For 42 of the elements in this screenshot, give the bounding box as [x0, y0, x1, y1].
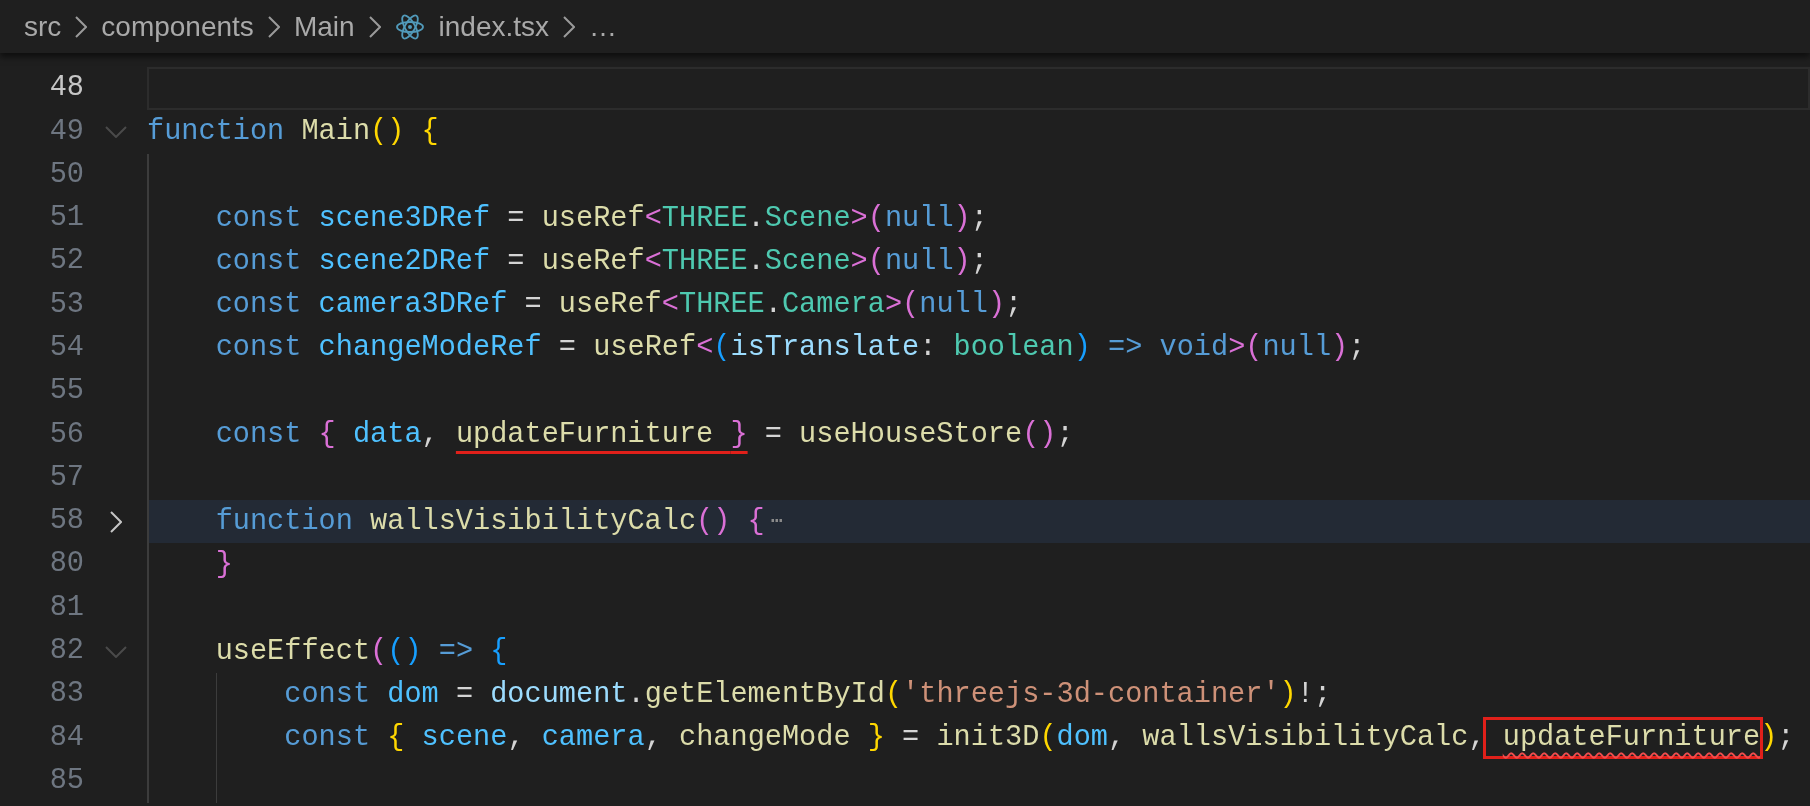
- line-number: 51: [48, 200, 84, 237]
- breadcrumb-more[interactable]: …: [589, 5, 618, 48]
- code-line: const scene3DRef = useRef<THREE.Scene>(null);: [214, 200, 988, 237]
- line-number: 54: [48, 330, 84, 366]
- code-line: const dom = document.getElementById('threejs-3d-container')!;: [283, 676, 1332, 713]
- code-line: }: [214, 546, 233, 583]
- line-number: 55: [48, 373, 84, 410]
- chevron-down-icon[interactable]: [104, 645, 127, 658]
- line-number: 53: [48, 286, 84, 323]
- line-number: 85: [48, 762, 84, 799]
- code-line: const changeModeRef = useRef<(isTranslate: boolean) => void>(null);: [214, 330, 1366, 367]
- folded-ellipsis[interactable]: ⋯: [770, 506, 783, 537]
- code-line: function wallsVisibilityCalc() {: [214, 503, 765, 540]
- line-number: 57: [48, 459, 84, 496]
- line-number: 80: [48, 546, 84, 583]
- line-number: 49: [48, 113, 84, 150]
- breadcrumb-item[interactable]: components: [101, 5, 254, 48]
- code-line: function Main() {: [147, 113, 439, 150]
- chevron-down-icon[interactable]: [104, 125, 127, 138]
- code-line: const { data, updateFurniture } = useHouseStore();: [214, 417, 1074, 453]
- line-number: 50: [48, 156, 84, 193]
- code-line: const camera3DRef = useRef<THREE.Camera>(null);: [214, 287, 1023, 324]
- line-number: 83: [48, 676, 84, 713]
- line-number: 81: [48, 589, 84, 626]
- atom-icon: [394, 12, 425, 41]
- line-number: 52: [48, 243, 84, 280]
- line-number: 48: [48, 70, 84, 107]
- code-line: useEffect(() => {: [214, 633, 508, 670]
- chevron-right-icon: [563, 15, 576, 38]
- chevron-right-icon: [368, 15, 381, 38]
- chevron-right-icon: [75, 15, 88, 38]
- breadcrumb-item[interactable]: index.tsx: [438, 5, 550, 48]
- chevron-right-icon: [267, 15, 280, 38]
- line-number: 56: [48, 416, 84, 453]
- breadcrumb-item[interactable]: src: [24, 5, 62, 48]
- breadcrumb-item[interactable]: Main: [293, 5, 355, 48]
- line-number: 84: [48, 719, 84, 756]
- framed-code: updateFurniture: [1482, 717, 1764, 760]
- chevron-right-icon[interactable]: [109, 510, 122, 533]
- line-number: 82: [48, 633, 84, 670]
- code-line: const scene2DRef = useRef<THREE.Scene>(null);: [214, 243, 988, 280]
- line-number: 58: [48, 503, 84, 540]
